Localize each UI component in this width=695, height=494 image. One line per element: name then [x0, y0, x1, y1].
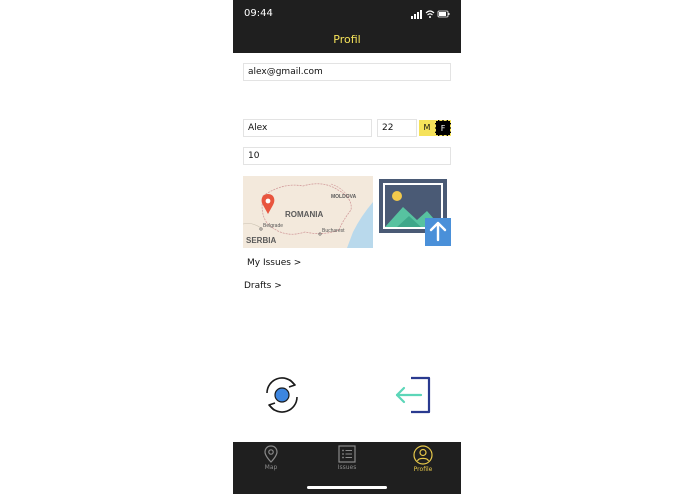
gender-female-button[interactable]: F [435, 120, 451, 136]
header-bar: 09:44 Profil [233, 0, 461, 53]
list-icon [338, 445, 356, 463]
battery-icon [437, 10, 450, 18]
drafts-link[interactable]: Drafts > [244, 281, 282, 291]
gender-male-button[interactable]: M [419, 120, 435, 136]
signal-icon [411, 10, 422, 19]
wifi-icon [425, 10, 435, 18]
tab-map-label: Map [264, 464, 278, 471]
email-field[interactable]: alex@gmail.com [243, 63, 451, 81]
map-label-bucharest: Bucharest [322, 228, 345, 234]
map-label-moldova: MOLDOVA [331, 194, 357, 200]
status-icons [411, 10, 450, 19]
logout-button[interactable] [393, 376, 435, 414]
status-time: 09:44 [244, 8, 273, 19]
home-indicator [307, 486, 387, 489]
tab-map[interactable]: Map [251, 445, 291, 471]
person-icon [413, 445, 433, 465]
number-field[interactable]: 10 [243, 147, 451, 165]
tab-issues-label: Issues [337, 464, 357, 471]
phone-screen: 09:44 Profil alex@gmail.com Alex 22 M F … [233, 0, 461, 494]
age-field[interactable]: 22 [377, 119, 417, 137]
map-pin-icon [264, 445, 278, 463]
image-upload-button[interactable] [377, 176, 453, 248]
tab-issues[interactable]: Issues [327, 445, 367, 471]
map-label-serbia: SERBIA [246, 236, 276, 245]
upload-arrow-icon [425, 218, 451, 246]
map-label-belgrade: Belgrade [263, 223, 283, 229]
map-thumbnail[interactable]: ROMANIA MOLDOVA SERBIA Belgrade Buchares… [243, 176, 373, 248]
page-title: Profil [333, 33, 361, 46]
tab-profile[interactable]: Profile [403, 445, 443, 473]
map-label-romania: ROMANIA [285, 210, 323, 219]
tab-profile-label: Profile [413, 466, 433, 473]
name-field[interactable]: Alex [243, 119, 372, 137]
sync-button[interactable] [261, 375, 303, 415]
my-issues-link[interactable]: My Issues > [247, 258, 301, 268]
sync-icon [266, 377, 298, 413]
logout-icon [395, 376, 431, 414]
